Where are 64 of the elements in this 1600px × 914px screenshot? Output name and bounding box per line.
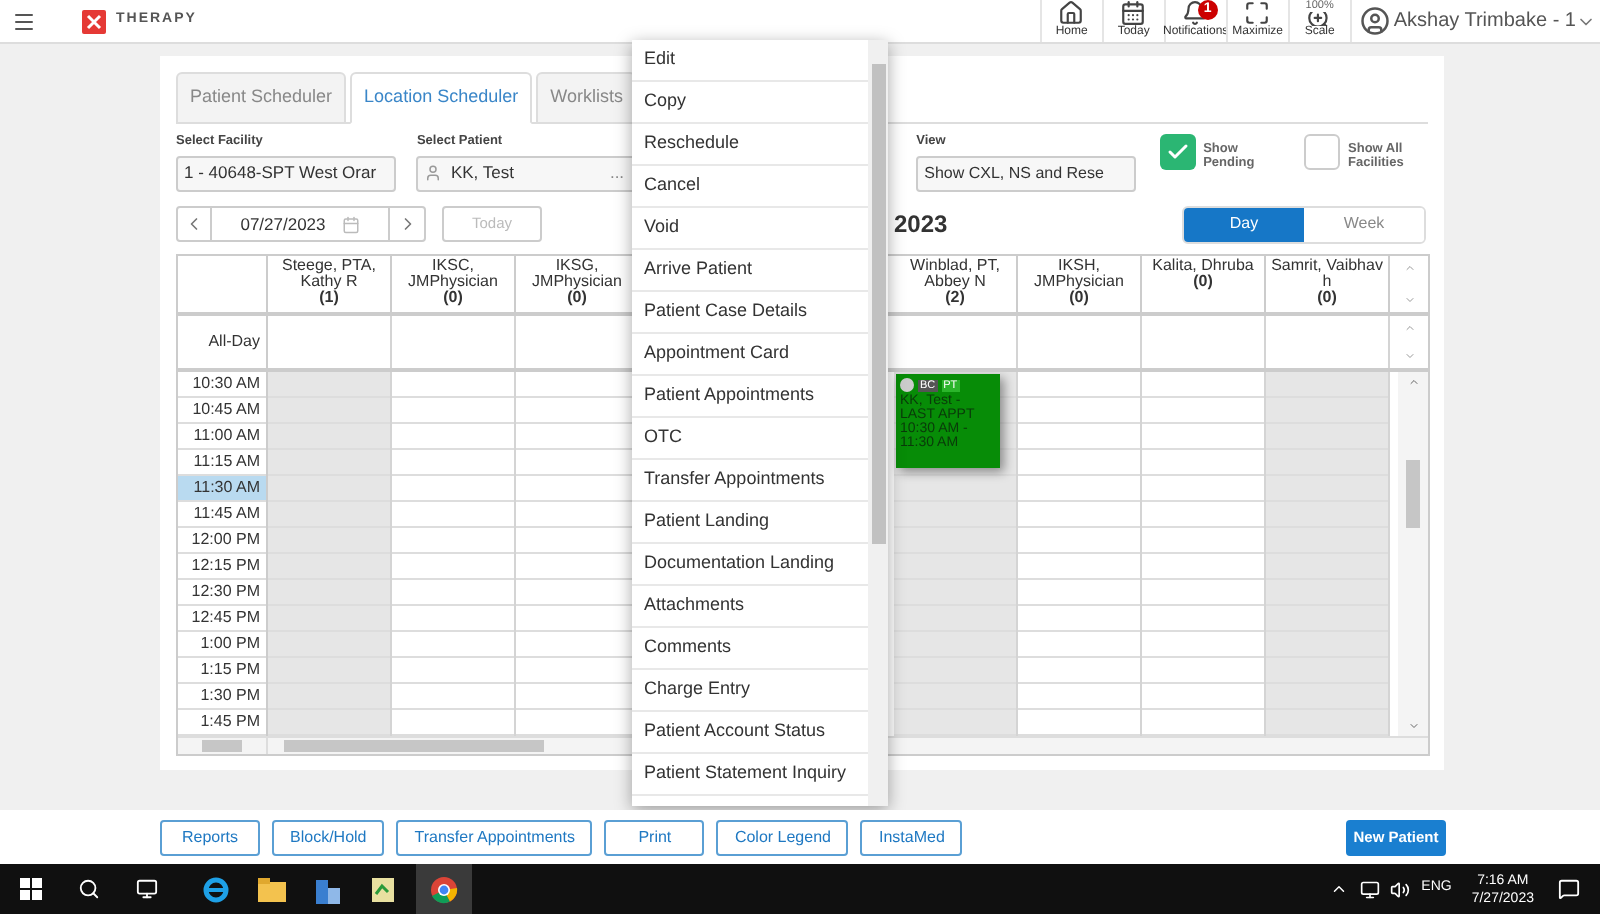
- avatar-icon[interactable]: [1359, 6, 1390, 36]
- scroll-up-icon[interactable]: [1403, 322, 1415, 334]
- logo-icon: [82, 9, 106, 33]
- toolbar-button[interactable]: Reports: [160, 819, 260, 855]
- time-label: 1:00 PM: [178, 632, 266, 658]
- view-toggle-button[interactable]: Day: [1184, 207, 1304, 241]
- check-icon: [1165, 140, 1190, 164]
- column-header: Kalita, Dhruba (0): [1142, 256, 1266, 312]
- toolbar-button[interactable]: InstaMed: [860, 819, 963, 855]
- scrollbar-thumb[interactable]: [1406, 460, 1420, 528]
- chrome-icon[interactable]: [430, 875, 458, 903]
- column-header: IKSC, JMPhysician (0): [392, 256, 516, 312]
- toolbar-button[interactable]: Print: [604, 819, 705, 855]
- toolbar-button[interactable]: Transfer Appointments: [396, 819, 593, 855]
- time-label: 11:00 AM: [178, 424, 266, 450]
- user-name[interactable]: Akshay Trimbake - 1: [1393, 6, 1576, 36]
- person-icon: [424, 164, 443, 183]
- column-header: Samrit, Vaibhav h (0): [1266, 256, 1390, 312]
- menu-icon[interactable]: [12, 9, 36, 33]
- network-icon[interactable]: [1359, 879, 1380, 899]
- browser-e-icon[interactable]: [202, 875, 230, 903]
- toolbar-button[interactable]: Block/Hold: [272, 819, 385, 855]
- calendar-icon: [1120, 0, 1147, 26]
- all-day-label: All-Day: [178, 316, 268, 368]
- windows-icon[interactable]: [20, 878, 42, 900]
- bell-icon: [1182, 0, 1209, 26]
- task-view-icon[interactable]: [136, 878, 158, 900]
- scroll-up-icon[interactable]: [1403, 262, 1415, 274]
- column-header: Winblad, PT, Abbey N (2): [894, 256, 1018, 312]
- folder-icon[interactable]: [258, 877, 286, 901]
- checkbox[interactable]: [1159, 134, 1196, 170]
- maximize-icon: [1244, 0, 1271, 26]
- scroll-down-icon[interactable]: [1403, 350, 1415, 362]
- column-header: IKSH, JMPhysician (0): [1018, 256, 1142, 312]
- view-dropdown[interactable]: Show CXL, NS and Rese: [916, 155, 1136, 192]
- time-label: 10:45 AM: [178, 398, 266, 424]
- date-heading: 2023: [894, 208, 948, 242]
- scroll-down-icon[interactable]: [1403, 294, 1415, 306]
- facility-field[interactable]: 1 - 40648-SPT West Orar: [176, 155, 397, 192]
- time-label: 1:30 PM: [178, 684, 266, 710]
- vertical-scrollbar[interactable]: [1398, 372, 1428, 736]
- time-label: 12:00 PM: [178, 528, 266, 554]
- search-icon[interactable]: [78, 878, 100, 900]
- time-label: 12:45 PM: [178, 606, 266, 632]
- time-label: 10:30 AM: [178, 372, 266, 398]
- toolbar-button[interactable]: Color Legend: [716, 819, 849, 855]
- home-icon: [1058, 0, 1085, 26]
- time-label: 12:15 PM: [178, 554, 266, 580]
- time-label: 11:30 AM: [178, 476, 266, 502]
- time-label: 11:45 AM: [178, 502, 266, 528]
- menu-scrollbar[interactable]: [868, 40, 888, 806]
- time-label: 1:15 PM: [178, 658, 266, 684]
- calendar-icon[interactable]: [341, 215, 360, 233]
- notifications-icon[interactable]: [1558, 878, 1580, 900]
- scroll-down-icon[interactable]: [1407, 720, 1419, 732]
- checkbox[interactable]: [1304, 134, 1341, 170]
- caret-up-icon[interactable]: [1329, 880, 1348, 898]
- volume-icon[interactable]: [1389, 879, 1410, 899]
- document-icon[interactable]: [370, 875, 396, 903]
- column-header: Steege, PTA, Kathy R (1): [268, 256, 392, 312]
- building-icon[interactable]: [314, 875, 342, 903]
- tab[interactable]: Location Scheduler: [350, 72, 533, 124]
- scroll-up-icon[interactable]: [1407, 376, 1419, 388]
- time-label: 12:30 PM: [178, 580, 266, 606]
